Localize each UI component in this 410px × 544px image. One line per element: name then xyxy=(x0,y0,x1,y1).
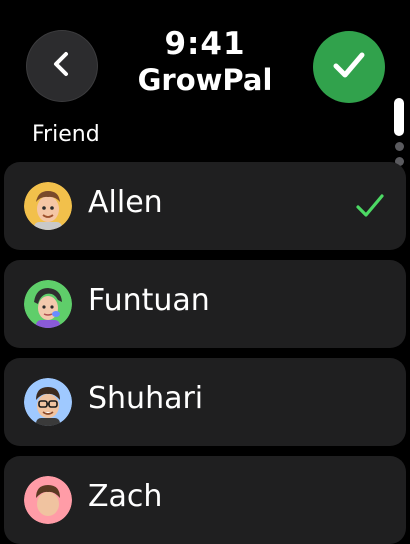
friend-row-zach[interactable]: Zach xyxy=(4,456,406,544)
friend-row-funtuan[interactable]: Funtuan xyxy=(4,260,406,348)
avatar xyxy=(24,182,72,230)
selected-check-icon xyxy=(354,190,386,226)
friend-row-shuhari[interactable]: Shuhari xyxy=(4,358,406,446)
friend-row-allen[interactable]: Allen xyxy=(4,162,406,250)
friend-name: Funtuan xyxy=(88,283,210,318)
friend-name: Zach xyxy=(88,479,163,514)
scroll-page-dot xyxy=(395,142,404,151)
friend-name: Allen xyxy=(88,185,163,220)
avatar xyxy=(24,280,72,328)
scroll-indicator[interactable] xyxy=(394,98,404,136)
checkmark-icon xyxy=(329,45,369,89)
avatar xyxy=(24,476,72,524)
friend-name: Shuhari xyxy=(88,381,204,416)
avatar xyxy=(24,378,72,426)
confirm-button[interactable] xyxy=(313,31,385,103)
section-label: Friend xyxy=(32,122,100,147)
